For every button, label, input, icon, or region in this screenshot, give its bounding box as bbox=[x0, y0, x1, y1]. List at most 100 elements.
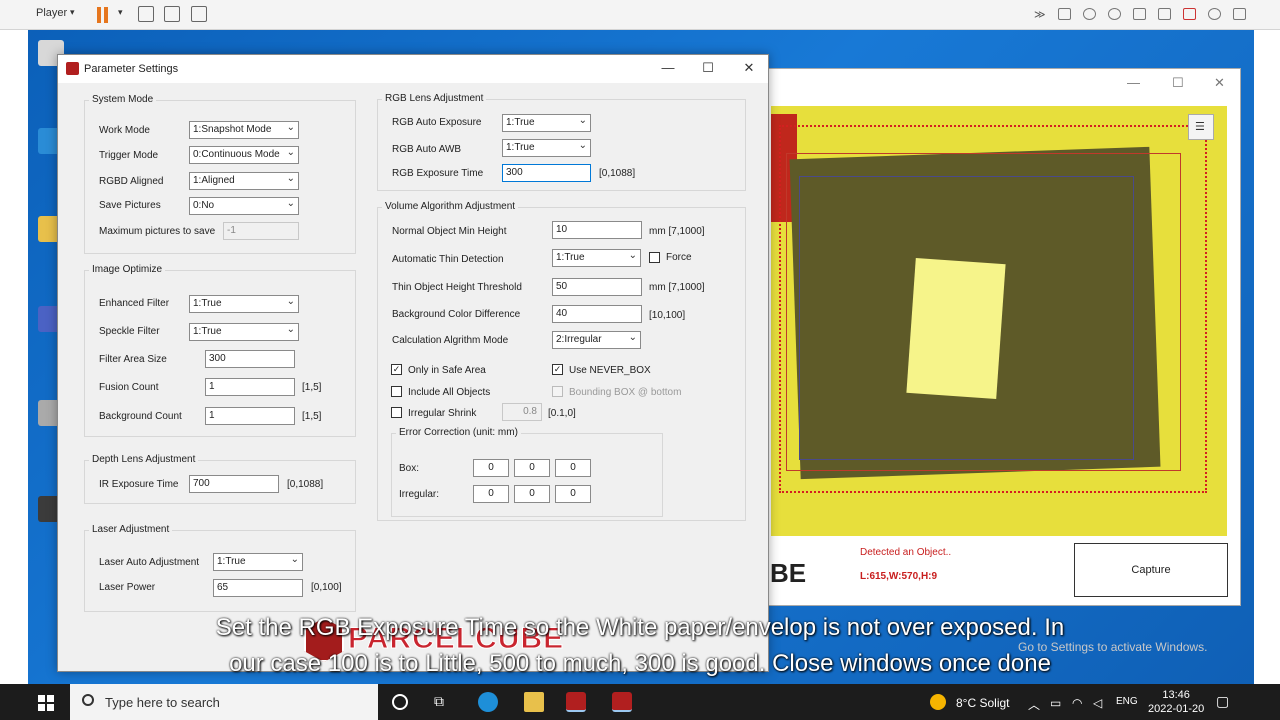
maximize-icon[interactable]: ☐ bbox=[699, 60, 717, 76]
fusion-count-range: [1,5] bbox=[302, 382, 322, 393]
error-box-h-input[interactable]: 0 bbox=[555, 459, 591, 477]
file-explorer-icon[interactable] bbox=[524, 692, 544, 712]
background-count-input[interactable]: 1 bbox=[205, 407, 295, 425]
maximize-icon[interactable]: ☐ bbox=[1172, 75, 1184, 91]
pause-icon[interactable] bbox=[97, 7, 109, 23]
chevron-down-icon: ⌄ bbox=[578, 140, 587, 151]
device-printer-icon[interactable] bbox=[1133, 8, 1146, 20]
device-sound-icon[interactable] bbox=[1158, 8, 1171, 20]
weather-text[interactable]: 8°C Soligt bbox=[956, 696, 1010, 710]
network-icon[interactable]: ▭ bbox=[1050, 696, 1061, 710]
close-icon[interactable]: ✕ bbox=[740, 60, 758, 76]
chevron-right-double-icon[interactable]: ≫ bbox=[1034, 8, 1046, 21]
error-irregular-h-input[interactable]: 0 bbox=[555, 485, 591, 503]
select-value: 1:True bbox=[506, 117, 535, 128]
device-cdrom-icon[interactable] bbox=[1083, 8, 1096, 20]
window-title: Parameter Settings bbox=[84, 63, 179, 75]
sliders-icon: ☰ bbox=[1195, 121, 1205, 133]
max-pictures-input: -1 bbox=[223, 222, 299, 240]
error-box-l-input[interactable]: 0 bbox=[473, 459, 509, 477]
rgb-auto-exposure-select[interactable]: 1:True ⌄ bbox=[502, 114, 591, 132]
error-irregular-w-input[interactable]: 0 bbox=[514, 485, 550, 503]
background-count-label: Background Count bbox=[99, 411, 182, 422]
task-view-icon[interactable]: ⧉ bbox=[434, 693, 454, 713]
min-height-range: mm [7,1000] bbox=[649, 226, 705, 237]
irregular-shrink-checkbox[interactable] bbox=[391, 407, 402, 418]
detection-status: Detected an Object.. bbox=[860, 547, 952, 558]
language-indicator[interactable]: ENG bbox=[1116, 696, 1138, 707]
edge-taskbar-icon[interactable] bbox=[478, 692, 498, 712]
device-display-icon[interactable] bbox=[1233, 8, 1246, 20]
device-drive-icon[interactable] bbox=[1058, 8, 1071, 20]
brand-logo-fragment: BE bbox=[770, 558, 807, 588]
rgbd-aligned-select[interactable]: 1:Aligned ⌄ bbox=[189, 172, 299, 190]
rgb-auto-awb-select[interactable]: 1:True ⌄ bbox=[502, 139, 591, 157]
windows-start-icon[interactable] bbox=[38, 695, 54, 711]
camera-settings-button[interactable]: ☰ bbox=[1188, 114, 1214, 140]
save-pictures-select[interactable]: 0:No ⌄ bbox=[189, 197, 299, 215]
wifi-icon[interactable]: ◠ bbox=[1072, 696, 1082, 710]
notification-icon[interactable]: ▢ bbox=[1216, 693, 1229, 710]
send-ctrl-alt-del-icon[interactable] bbox=[138, 6, 154, 22]
title-bar: Parameter Settings — ☐ ✕ bbox=[58, 55, 768, 83]
device-settings-icon[interactable] bbox=[1208, 8, 1221, 20]
image-optimize-group: Image Optimize Enhanced Filter 1:True ⌄ S… bbox=[84, 264, 356, 437]
player-menu[interactable]: Player bbox=[36, 7, 67, 19]
force-checkbox[interactable] bbox=[649, 252, 660, 263]
error-box-label: Box: bbox=[399, 463, 420, 474]
bg-color-diff-input[interactable]: 40 bbox=[552, 305, 642, 323]
taskbar-clock[interactable]: 13:46 2022-01-20 bbox=[1148, 688, 1204, 716]
select-value: 1:True bbox=[217, 556, 246, 567]
capture-button[interactable]: Capture bbox=[1074, 543, 1228, 597]
volume-algorithm-group: Volume Algorithm Adjustment Normal Objec… bbox=[377, 201, 746, 521]
calc-mode-select[interactable]: 2:Irregular ⌄ bbox=[552, 331, 641, 349]
error-irregular-l-input[interactable]: 0 bbox=[473, 485, 509, 503]
fusion-count-input[interactable]: 1 bbox=[205, 378, 295, 396]
enhanced-filter-select[interactable]: 1:True ⌄ bbox=[189, 295, 299, 313]
ir-exposure-input[interactable]: 700 bbox=[189, 475, 279, 493]
auto-thin-select[interactable]: 1:True ⌄ bbox=[552, 249, 641, 267]
include-all-checkbox[interactable] bbox=[391, 386, 402, 397]
parcelcube-app-icon-2[interactable] bbox=[612, 692, 632, 712]
chevron-down-icon: ⌄ bbox=[578, 115, 587, 126]
only-safe-area-checkbox[interactable]: ✓ bbox=[391, 364, 402, 375]
trigger-mode-select[interactable]: 0:Continuous Mode ⌄ bbox=[189, 146, 299, 164]
parcelcube-app-icon[interactable] bbox=[566, 692, 586, 712]
unity-icon[interactable] bbox=[191, 6, 207, 22]
chevron-down-icon[interactable]: ▾ bbox=[70, 7, 75, 18]
work-mode-select[interactable]: 1:Snapshot Mode ⌄ bbox=[189, 121, 299, 139]
close-icon[interactable]: ✕ bbox=[1214, 75, 1225, 91]
enhanced-filter-label: Enhanced Filter bbox=[99, 298, 170, 309]
minimize-icon[interactable]: — bbox=[659, 60, 677, 75]
weather-sun-icon[interactable] bbox=[930, 694, 946, 710]
minimize-icon[interactable]: — bbox=[1127, 75, 1140, 90]
subtitle-line-2: our case 100 is to Little, 500 to much, … bbox=[229, 650, 1051, 677]
clock-time: 13:46 bbox=[1162, 689, 1190, 701]
taskbar-search-box[interactable]: Type here to search bbox=[70, 684, 378, 720]
chevron-down-icon[interactable]: ▾ bbox=[118, 7, 123, 18]
chevron-down-icon: ⌄ bbox=[628, 332, 637, 343]
select-value: 2:Irregular bbox=[556, 334, 602, 345]
volume-icon[interactable]: ◁ bbox=[1093, 696, 1102, 710]
use-never-box-checkbox[interactable]: ✓ bbox=[552, 364, 563, 375]
select-value: 0:No bbox=[193, 200, 215, 211]
chevron-up-icon[interactable]: ︿ bbox=[1028, 696, 1040, 713]
error-box-w-input[interactable]: 0 bbox=[514, 459, 550, 477]
cortana-icon[interactable] bbox=[392, 694, 408, 710]
speckle-filter-select[interactable]: 1:True ⌄ bbox=[189, 323, 299, 341]
camera-preview-window: — ☐ ✕ bbox=[741, 68, 1241, 606]
bg-color-diff-label: Background Color Difference bbox=[392, 309, 521, 320]
device-network-icon[interactable] bbox=[1108, 8, 1121, 20]
laser-auto-select[interactable]: 1:True ⌄ bbox=[213, 553, 303, 571]
work-mode-label: Work Mode bbox=[99, 125, 150, 136]
device-usb-icon[interactable] bbox=[1183, 8, 1196, 20]
fit-guest-icon[interactable] bbox=[164, 6, 180, 22]
rgb-exposure-time-input[interactable]: 300 bbox=[502, 164, 591, 182]
min-height-input[interactable]: 10 bbox=[552, 221, 642, 239]
chevron-down-icon: ⌄ bbox=[286, 296, 295, 307]
laser-power-input[interactable]: 65 bbox=[213, 579, 303, 597]
group-title: Depth Lens Adjustment bbox=[89, 454, 199, 465]
filter-area-size-input[interactable]: 300 bbox=[205, 350, 295, 368]
thin-threshold-input[interactable]: 50 bbox=[552, 278, 642, 296]
error-irregular-label: Irregular: bbox=[399, 489, 440, 500]
